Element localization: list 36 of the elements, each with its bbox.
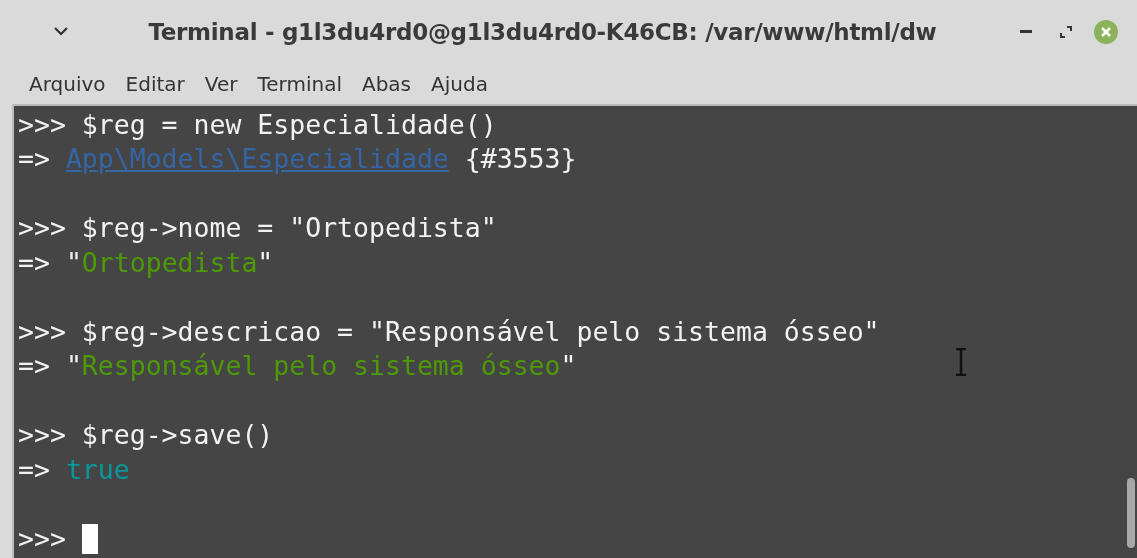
ibeam-cursor-icon <box>954 347 968 376</box>
result-arrow: => <box>18 246 50 278</box>
chevron-down-icon[interactable] <box>54 27 68 37</box>
command-text: $reg->nome = "Ortopedista" <box>81 212 497 243</box>
output-text: {#3553} <box>464 143 577 174</box>
menu-item[interactable]: Editar <box>116 67 194 100</box>
menu-item[interactable]: Arquivo <box>20 67 115 100</box>
prompt: >>> <box>18 212 66 243</box>
string-value: Responsável pelo sistema ósseo <box>81 350 561 381</box>
quote-mark: " <box>65 350 82 381</box>
minimize-icon <box>1020 30 1032 34</box>
window-title: Terminal - g1l3du4rd0@g1l3du4rd0-K46CB: /var/www/html/dw <box>147 19 938 45</box>
quote-mark: " <box>257 246 274 278</box>
string-value: Ortopedista <box>81 246 258 278</box>
restore-icon <box>1060 26 1072 38</box>
menu-item[interactable]: Abas <box>352 67 421 100</box>
text-cursor <box>81 523 98 554</box>
boolean-value: true <box>65 453 130 485</box>
scrollbar[interactable] <box>1125 105 1137 558</box>
command-text: $reg->descricao = "Responsável pelo sistema ósseo" <box>81 315 880 347</box>
prompt: >>> <box>18 522 66 554</box>
command-text: $reg->save() <box>81 419 274 450</box>
prompt: >>> <box>18 108 66 140</box>
menu-item[interactable]: Ver <box>195 67 247 100</box>
menu-item[interactable]: Terminal <box>248 67 351 100</box>
prompt: >>> <box>18 419 66 450</box>
result-arrow: => <box>18 143 50 174</box>
result-arrow: => <box>18 453 50 485</box>
terminal-area[interactable] <box>14 105 1125 558</box>
quote-mark: " <box>65 246 82 278</box>
menu-item[interactable]: Ajuda <box>422 67 497 100</box>
prompt: >>> <box>18 315 66 347</box>
quote-mark: " <box>560 350 577 381</box>
result-arrow: => <box>18 350 50 381</box>
command-text: $reg = new Especialidade() <box>81 108 497 140</box>
close-icon <box>1094 20 1118 44</box>
